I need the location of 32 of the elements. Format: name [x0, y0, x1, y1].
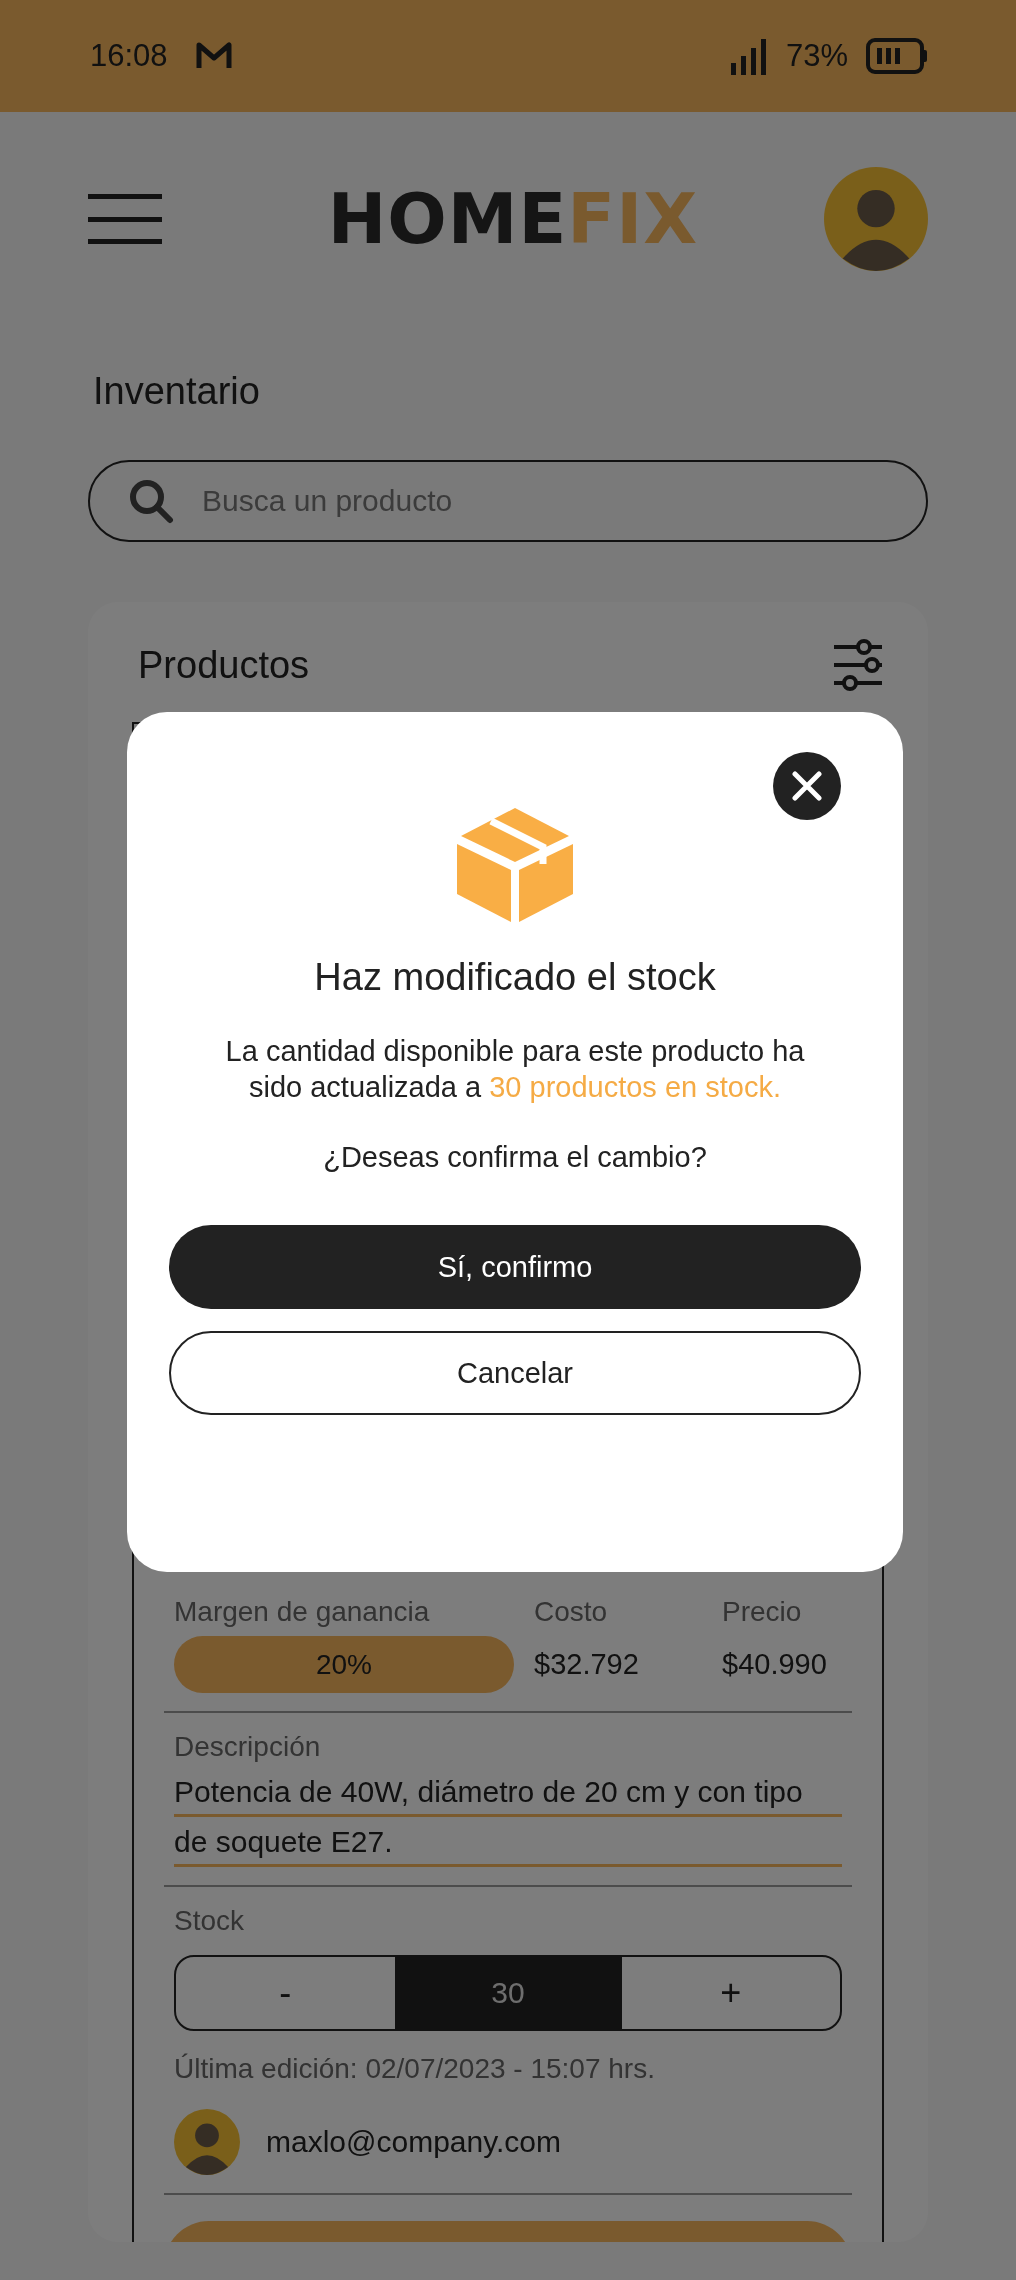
- cost-label: Costo: [534, 1596, 609, 1628]
- margin-badge: 20%: [174, 1636, 514, 1693]
- search-field[interactable]: Busca un producto: [88, 460, 928, 542]
- logo: HOMEFIX: [327, 178, 699, 260]
- confirm-button[interactable]: Sí, confirmo: [169, 1225, 861, 1309]
- dialog-question: ¿Deseas confirma el cambio?: [322, 1140, 708, 1175]
- status-time: 16:08: [90, 38, 168, 74]
- editor-email: maxlo@company.com: [266, 2125, 561, 2159]
- card-title: Productos: [138, 643, 310, 687]
- cancel-button[interactable]: Cancelar: [169, 1331, 861, 1415]
- page-title: Inventario: [93, 369, 261, 414]
- dialog-title: Haz modificado el stock: [314, 956, 716, 999]
- search-icon: [128, 478, 174, 524]
- user-avatar: [174, 2109, 240, 2175]
- margin-label: Margen de ganancia: [174, 1596, 431, 1628]
- mail-icon: [195, 42, 232, 70]
- description-label: Descripción: [174, 1731, 322, 1763]
- signal-icon: [729, 37, 768, 75]
- increment-button[interactable]: +: [621, 1957, 840, 2029]
- battery-icon: [866, 38, 928, 74]
- battery-percent: 73%: [785, 38, 848, 74]
- stock-label: Stock: [174, 1905, 246, 1937]
- stock-value[interactable]: 30: [394, 1957, 622, 2029]
- close-icon: [792, 771, 822, 801]
- dialog-message: La cantidad disponible para este producto ha sido actualizada a 30 productos en stock.: [224, 1034, 806, 1105]
- price-value: $40.990: [722, 1648, 828, 1681]
- decrement-button[interactable]: -: [176, 1957, 395, 2029]
- price-label: Precio: [722, 1596, 803, 1628]
- cost-value: $32.792: [534, 1648, 640, 1681]
- last-edit-text: Última edición: 02/07/2023 - 15:07 hrs.: [174, 2053, 656, 2085]
- menu-icon[interactable]: [88, 192, 162, 246]
- filter-icon[interactable]: [832, 638, 884, 692]
